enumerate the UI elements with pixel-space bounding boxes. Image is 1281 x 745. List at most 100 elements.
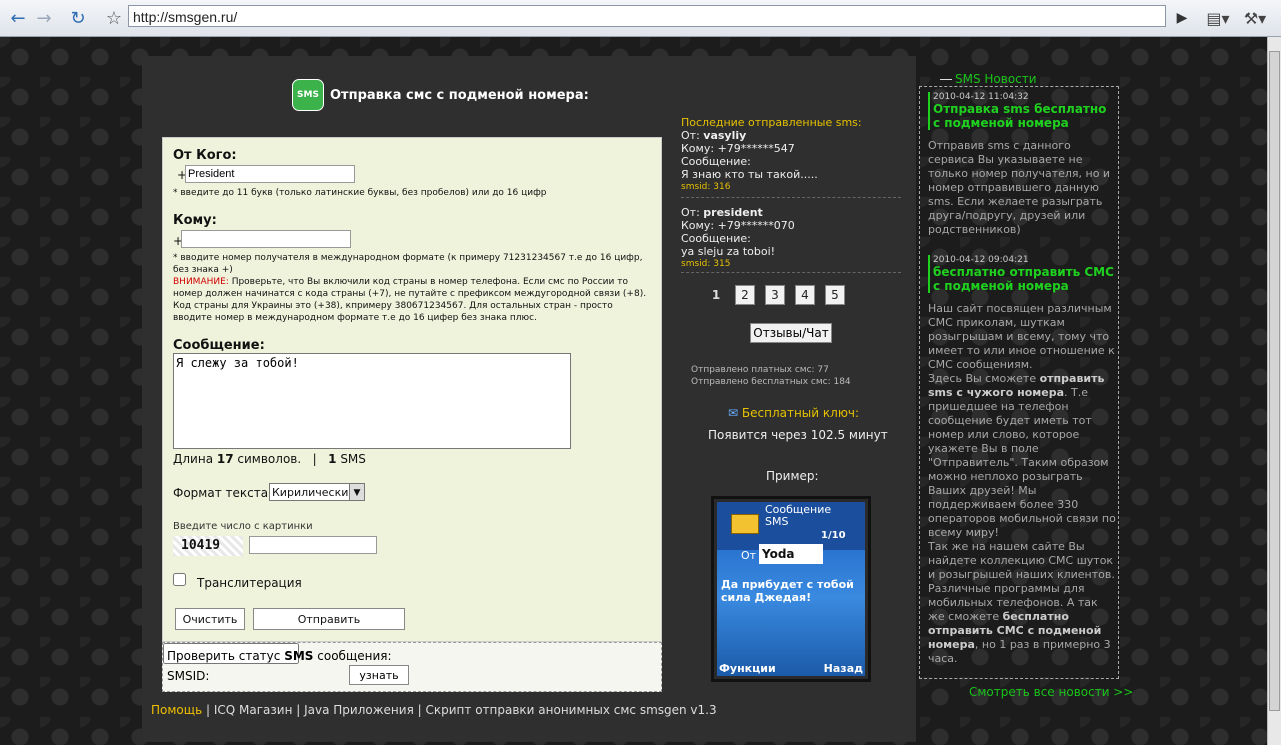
news-headline[interactable]: бесплатно отправить СМС с подменой номер… [933,265,1114,293]
news-dash-icon [940,79,952,80]
page-3[interactable]: 3 [765,285,785,305]
recent-from: vasyliy [703,129,747,142]
page-title: SMS Отправка смс с подменой номера: [292,79,589,111]
format-label: Формат текста: [173,486,273,500]
sms-form: От Кого: + * введите до 11 букв (только … [162,137,662,642]
to-input[interactable] [181,230,351,248]
go-icon[interactable]: ▶ [1170,6,1194,30]
send-button[interactable]: Отправить [253,608,405,630]
news-item-2: 2010-04-12 09:04:21 бесплатно отправить … [928,255,1114,293]
message-label: Сообщение: [681,155,751,168]
message-textarea[interactable]: Я слежу за тобой! [173,353,571,449]
to-label: Кому: [681,219,715,232]
recent-from: president [703,206,763,219]
sms-logo-icon: SMS [292,79,324,111]
clear-button[interactable]: Очистить [175,608,245,630]
forward-icon[interactable]: → [32,6,56,30]
scrollbar-thumb[interactable] [1269,51,1280,711]
reviews-chat-button[interactable]: Отзывы/Чат [750,323,832,343]
message-label: Сообщение: [173,338,265,353]
phone-counter: 1/10 [821,530,846,541]
from-label: От: [681,129,700,142]
free-key-timer: Появится через 102.5 минут [708,428,888,442]
news-body-part: Здесь Вы сможете [928,372,1040,385]
phone-body: Да прибудет с тобой сила Джедая! [721,578,854,604]
captcha-image: 10419 [173,536,243,556]
warning-label: ВНИМАНИЕ: [173,277,229,287]
news-title[interactable]: SMS Новости [940,72,1037,86]
free-key-label[interactable]: Бесплатный ключ: [742,406,859,420]
format-select[interactable]: Кирилический ▼ [269,483,365,501]
stats-paid: Отправлено платных смс: 77 [691,365,829,375]
news-body-part: Наш сайт посвящен различным СМС приколам… [928,302,1115,371]
message-label: Сообщение: [681,232,751,245]
page-2[interactable]: 2 [735,285,755,305]
free-key[interactable]: ✉ Бесплатный ключ: [728,406,859,420]
divider [681,272,901,273]
phone-from-label: От [741,549,757,562]
recent-to: +79******070 [717,219,795,232]
recent-smsid: smsid: 315 [681,259,731,269]
star-icon[interactable]: ☆ [102,6,126,30]
warning-body: Проверьте, что Вы включили код страны в … [173,277,647,323]
page-5[interactable]: 5 [825,285,845,305]
page-4[interactable]: 4 [795,285,815,305]
smsid-label: SMSID: [167,669,210,683]
news-body: Отправив sms с данного сервиса Вы указыв… [928,139,1111,236]
to-label: Кому: [681,142,715,155]
news-date: 2010-04-12 09:04:21 [933,255,1029,265]
wrench-icon[interactable]: ⚒▾ [1243,6,1267,30]
recent-title: Последние отправленные sms: [681,116,862,129]
format-select-value: Кирилический [272,486,356,499]
page-1[interactable]: 1 [707,286,725,304]
recent-to: +79******547 [717,142,795,155]
all-news-link[interactable]: Смотреть все новости >> [969,685,1133,699]
page-menu-icon[interactable]: ▤▾ [1206,6,1230,30]
length-prefix: Длина [173,452,214,466]
from-label: От: [681,206,700,219]
check-status-button[interactable]: узнать [349,665,409,685]
phone-from-value: Yoda [759,544,823,564]
browser-toolbar: ← → ↻ ☆ http://smsgen.ru/ ▶ ▤▾ ⚒▾ [0,0,1281,37]
translit-checkbox[interactable] [173,573,186,586]
length-sep: | [312,452,317,466]
script-link[interactable]: Скрипт отправки анонимных смс smsgen v1.… [426,703,717,717]
recent-message-1: От: vasyliy Кому: +79******547 Сообщение… [681,129,901,194]
translit-label: Транслитерация [197,576,302,590]
sms-count-label: SMS [340,452,366,466]
java-apps-link[interactable]: Java Приложения [304,703,414,717]
envelope-icon [731,514,759,534]
status-label-sms: SMS [284,649,314,663]
news-item-1: 2010-04-12 11:04:32 Отправка sms бесплат… [928,92,1114,130]
recent-smsid: smsid: 316 [681,182,731,192]
news-headline[interactable]: Отправка sms бесплатно с подменой номера [933,102,1114,130]
scrollbar[interactable] [1267,37,1281,745]
news-date: 2010-04-12 11:04:32 [933,92,1029,102]
warning-text: ВНИМАНИЕ: Проверьте, что Вы включили код… [173,276,653,324]
help-link[interactable]: Помощь [151,703,202,717]
from-label: От Кого: [173,148,237,163]
footer-links: Помощь | ICQ Магазин | Java Приложения |… [151,703,717,717]
chevron-down-icon: ▼ [349,484,364,500]
reload-icon[interactable]: ↻ [66,6,90,30]
status-label-suffix: сообщения: [317,649,392,663]
page-title-text: Отправка смс с подменой номера: [330,87,589,103]
to-label: Кому: [173,213,217,228]
phone-screen: Сообщение SMS 1/10 От Yoda Да прибудет с… [717,502,865,676]
captcha-input[interactable] [249,536,377,554]
address-bar[interactable]: http://smsgen.ru/ [128,5,1166,27]
from-hint: * введите до 11 букв (только латинские б… [173,188,547,198]
recent-message-text: Я знаю кто ты такой..... [681,168,818,181]
length-counter: Длина 17 символов. | 1 SMS [173,452,366,466]
length-suffix: символов. [237,452,302,466]
phone-right-softkey: Назад [823,662,863,675]
news-sidebar: 2010-04-12 11:04:32 Отправка sms бесплат… [919,86,1119,679]
footer-sep-2: | [296,703,301,717]
back-icon[interactable]: ← [6,6,30,30]
news-title-text[interactable]: SMS Новости [955,72,1037,86]
example-label: Пример: [766,469,819,483]
status-label-prefix: Проверить статус [167,649,281,663]
icq-shop-link[interactable]: ICQ Магазин [214,703,293,717]
from-input[interactable] [185,165,355,183]
phone-example-image: Сообщение SMS 1/10 От Yoda Да прибудет с… [711,496,871,682]
